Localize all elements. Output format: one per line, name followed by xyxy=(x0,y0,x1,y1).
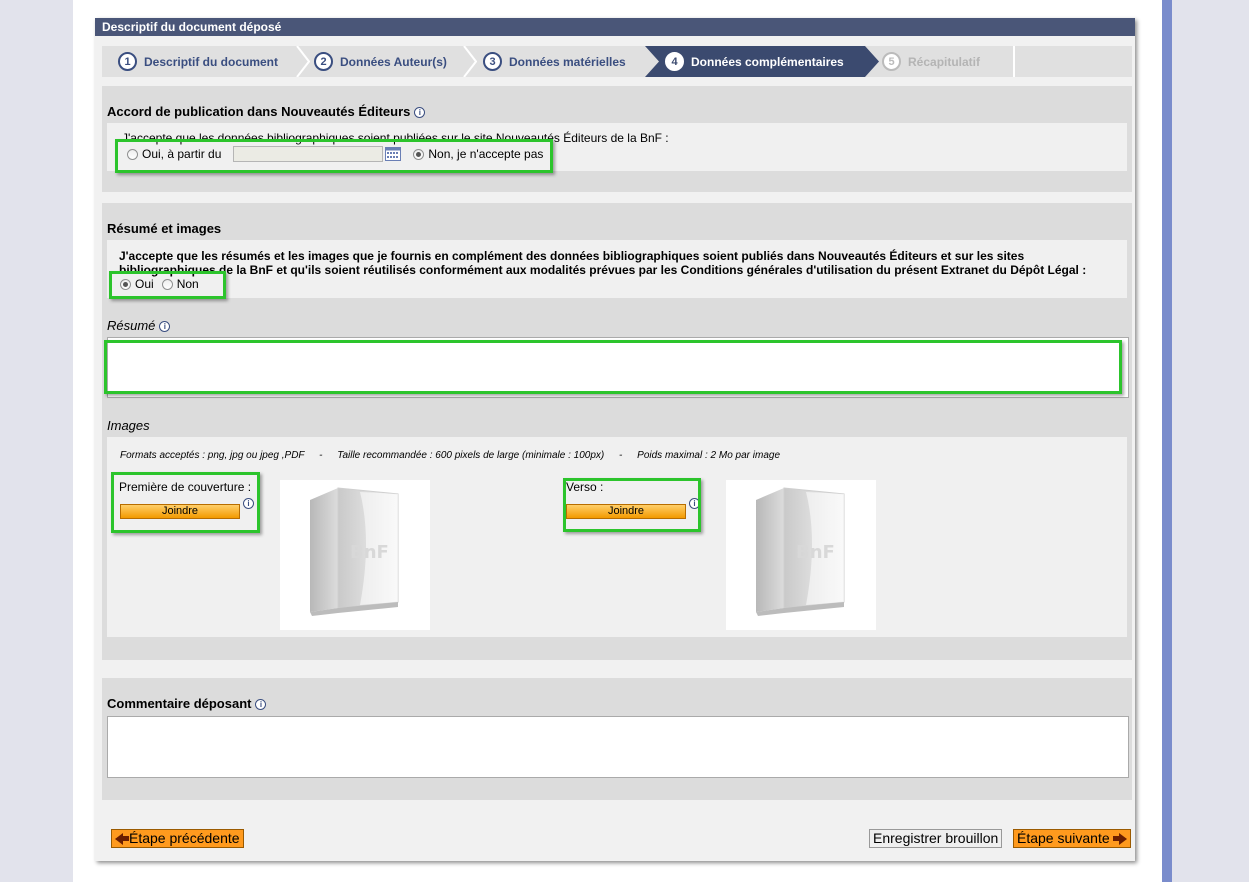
info-icon[interactable]: i xyxy=(159,321,171,333)
resume-oui-radio[interactable] xyxy=(120,278,131,290)
arrow-right-icon xyxy=(1118,832,1127,845)
accord-statement: J'accepte que les données bibliographiqu… xyxy=(122,131,669,145)
back-cover-join-button[interactable]: Joindre xyxy=(566,504,686,519)
resume-label-row: Résumé i xyxy=(107,318,171,333)
info-icon[interactable]: i xyxy=(255,699,267,711)
resume-images-title: Résumé et images xyxy=(107,221,222,236)
step-label: Données complémentaires xyxy=(691,54,844,69)
step-separator-icon xyxy=(296,46,310,77)
accord-options: Oui, à partir du Non, je n'accepte pas xyxy=(127,146,543,162)
accord-non-radio[interactable] xyxy=(413,148,425,160)
book-placeholder-text: BnF xyxy=(350,542,389,563)
book-placeholder-icon: BnF xyxy=(756,487,845,616)
next-step-label: Étape suivante xyxy=(1017,830,1110,846)
accord-oui-label: Oui, à partir du xyxy=(142,147,222,161)
accord-oui-radio[interactable] xyxy=(127,148,138,160)
step-separator-icon xyxy=(865,46,879,77)
images-constraints: Formats acceptés : png, jpg ou jpeg ,PDF… xyxy=(120,450,780,461)
book-placeholder-text: BnF xyxy=(796,542,835,563)
accord-box: J'accepte que les données bibliographiqu… xyxy=(107,123,1127,171)
commentaire-section: Commentaire déposant i xyxy=(102,678,1132,800)
separator: - xyxy=(319,450,323,461)
separator: - xyxy=(619,450,623,461)
resume-non-radio[interactable] xyxy=(161,278,173,290)
accord-title: Accord de publication dans Nouveautés Éd… xyxy=(107,104,426,119)
step-number: 4 xyxy=(665,52,684,71)
step-separator-icon xyxy=(645,46,659,77)
previous-step-button[interactable]: Étape précédente xyxy=(111,829,244,848)
step-auteurs[interactable]: 2 Données Auteur(s) xyxy=(314,46,479,77)
right-rail xyxy=(1162,0,1172,882)
step-number: 1 xyxy=(118,52,137,71)
step-number: 2 xyxy=(314,52,333,71)
step-complementaires[interactable]: 4 Données complémentaires xyxy=(645,46,865,77)
step-number: 3 xyxy=(483,52,502,71)
save-draft-button[interactable]: Enregistrer brouillon xyxy=(869,829,1003,848)
commentaire-textarea[interactable] xyxy=(107,716,1129,778)
document-panel: Descriptif du document déposé 1 Descript… xyxy=(95,18,1135,861)
wizard-stepper: 1 Descriptif du document 2 Données Auteu… xyxy=(102,46,1132,77)
step-label: Données matérielles xyxy=(509,54,626,69)
images-box: Formats acceptés : png, jpg ou jpeg ,PDF… xyxy=(107,437,1127,637)
step-label: Données Auteur(s) xyxy=(340,54,447,69)
step-divider xyxy=(1013,46,1015,77)
step-materielles[interactable]: 3 Données matérielles xyxy=(483,46,643,77)
step-label: Récapitulatif xyxy=(908,54,981,69)
statement-line-2: bibliographiques de la BnF et qu'ils soi… xyxy=(119,263,1087,277)
front-cover-placeholder: BnF xyxy=(280,480,430,630)
images-poids: Poids maximal : 2 Mo par image xyxy=(637,450,781,461)
book-placeholder-icon: BnF xyxy=(310,487,399,616)
previous-step-label: Étape précédente xyxy=(129,830,240,846)
info-icon[interactable]: i xyxy=(689,498,700,509)
resume-oui-label: Oui xyxy=(135,277,154,291)
commentaire-title: Commentaire déposant i xyxy=(107,696,267,711)
step-descriptif[interactable]: 1 Descriptif du document xyxy=(118,46,308,77)
images-taille: Taille recommandée : 600 pixels de large… xyxy=(337,450,605,461)
info-icon[interactable]: i xyxy=(243,498,254,509)
resume-images-options: Oui Non xyxy=(120,277,199,291)
accord-title-text: Accord de publication dans Nouveautés Éd… xyxy=(107,104,411,119)
step-number: 5 xyxy=(882,52,901,71)
next-step-button[interactable]: Étape suivante xyxy=(1013,829,1131,848)
calendar-icon[interactable] xyxy=(385,147,402,161)
arrow-left-icon xyxy=(115,832,123,845)
back-cover-placeholder: BnF xyxy=(726,480,876,630)
resume-images-statement: J'accepte que les résumés et les images … xyxy=(119,249,1119,277)
resume-images-section: Résumé et images J'accepte que les résum… xyxy=(102,203,1132,660)
resume-textarea[interactable] xyxy=(107,337,1129,398)
resume-label: Résumé xyxy=(107,318,156,333)
resume-images-consent-box: J'accepte que les résumés et les images … xyxy=(107,240,1127,298)
commentaire-title-text: Commentaire déposant xyxy=(107,696,252,711)
images-formats: Formats acceptés : png, jpg ou jpeg ,PDF xyxy=(120,450,305,461)
step-recapitulatif: 5 Récapitulatif xyxy=(882,46,1012,77)
back-cover-label: Verso : xyxy=(566,480,604,494)
panel-title: Descriptif du document déposé xyxy=(95,18,1135,36)
statement-line-1: J'accepte que les résumés et les images … xyxy=(119,249,1025,263)
step-label: Descriptif du document xyxy=(144,54,279,69)
resume-non-label: Non xyxy=(176,277,199,291)
accord-date-input[interactable] xyxy=(233,146,384,162)
front-cover-label: Première de couverture : xyxy=(119,480,252,494)
step-separator-icon xyxy=(463,46,477,77)
accord-section: Accord de publication dans Nouveautés Éd… xyxy=(102,86,1132,192)
accord-non-label: Non, je n'accepte pas xyxy=(428,147,544,161)
info-icon[interactable]: i xyxy=(414,107,426,119)
images-label: Images xyxy=(107,418,150,433)
front-cover-join-button[interactable]: Joindre xyxy=(120,504,240,519)
